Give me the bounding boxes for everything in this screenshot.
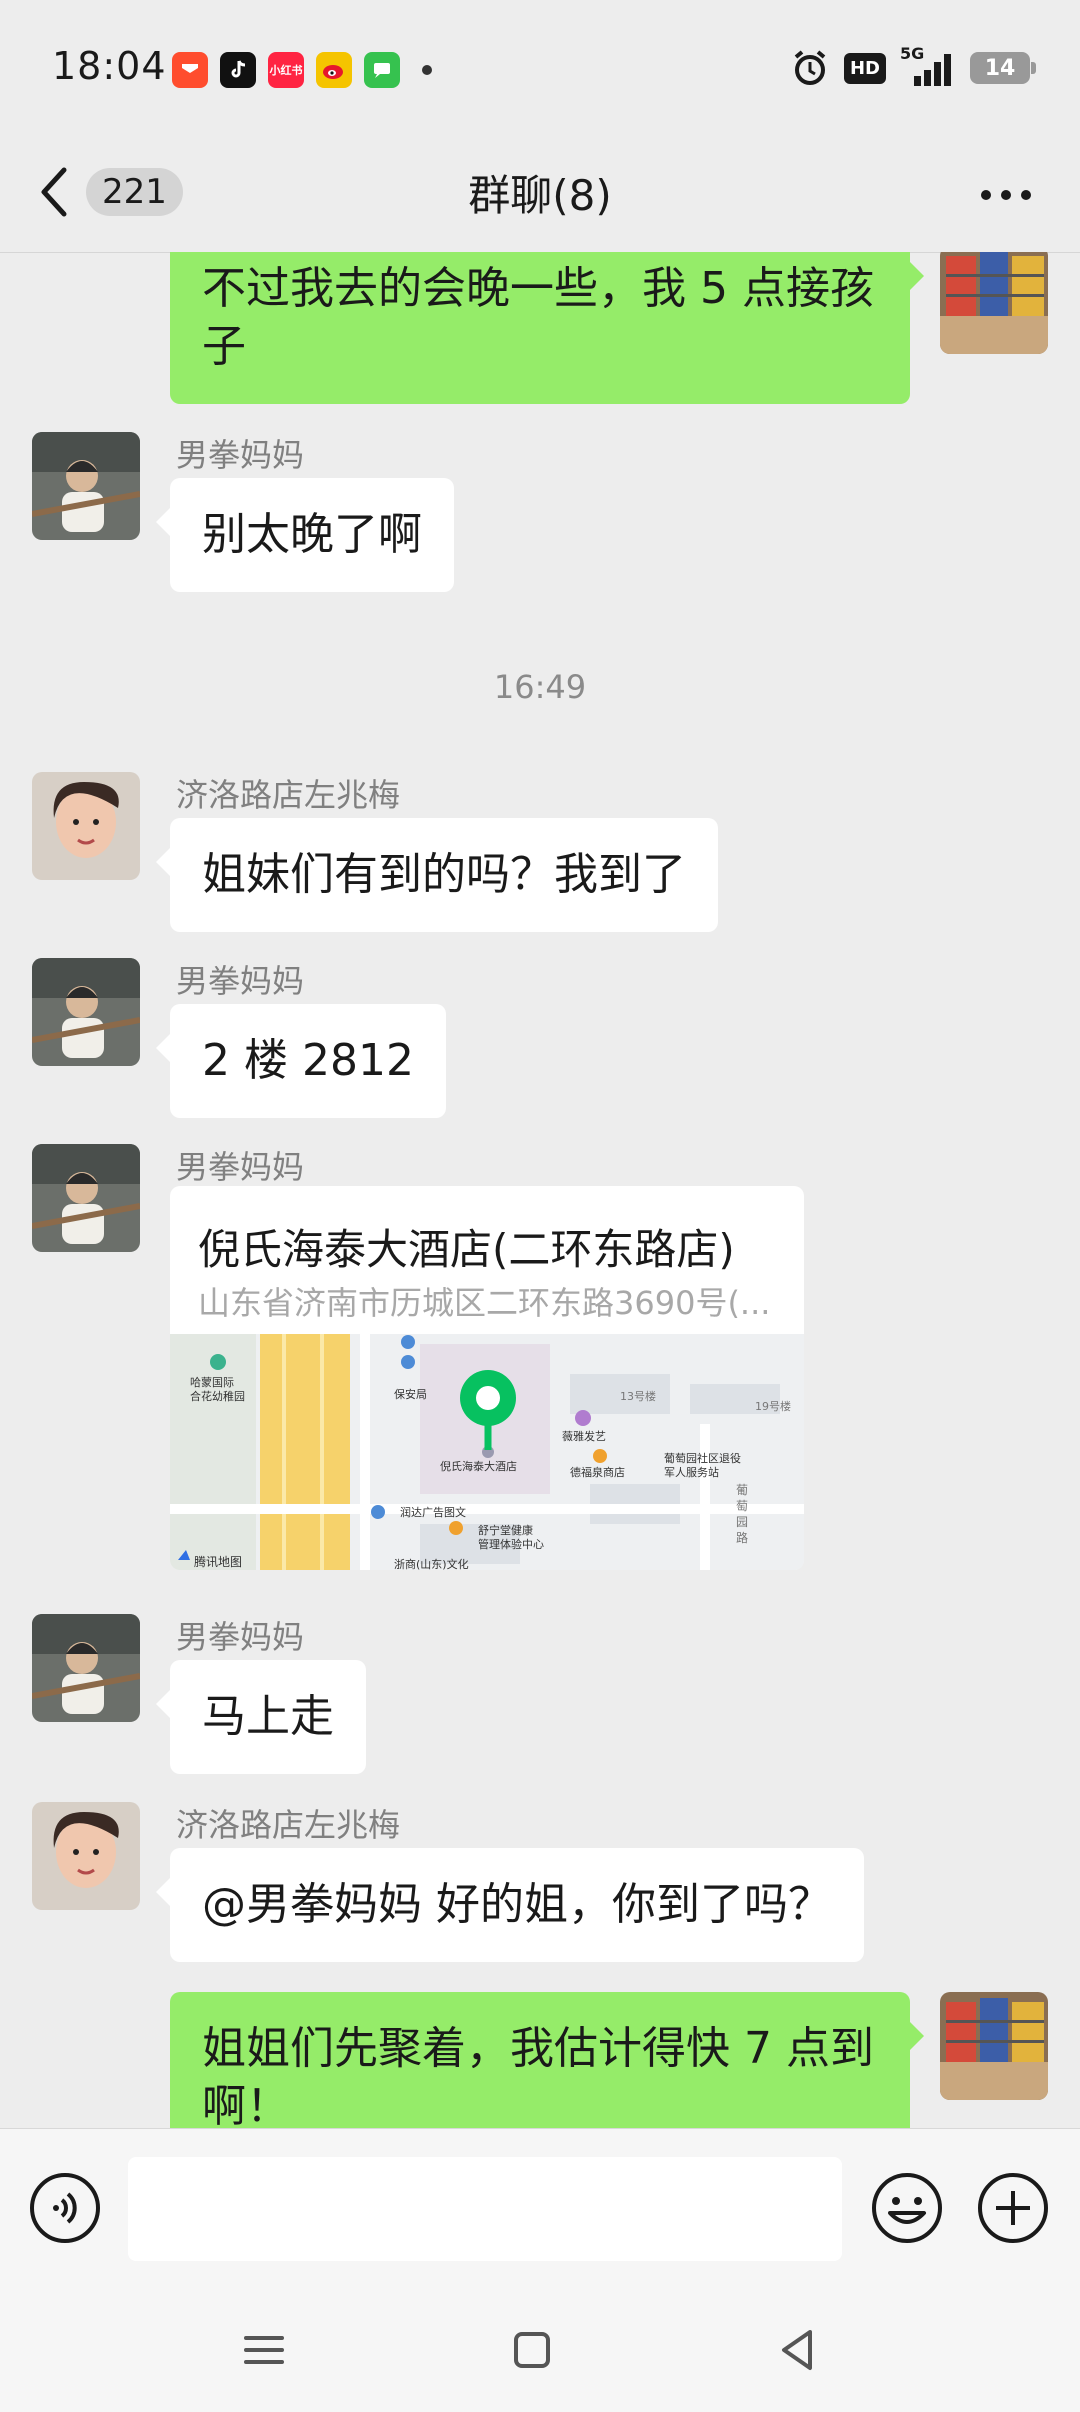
my-avatar[interactable]	[940, 252, 1048, 354]
menu-icon	[244, 2336, 284, 2364]
xiaohongshu-icon: 小红书	[268, 52, 304, 88]
message-bubble[interactable]: 姐妹们有到的吗？我到了	[156, 818, 718, 932]
sender-avatar[interactable]	[32, 1802, 140, 1910]
system-icons: HD 5G 14	[790, 44, 1036, 88]
svg-text:葡萄园社区退役: 葡萄园社区退役	[664, 1451, 741, 1465]
message-bubble[interactable]: 不过我去的会晚一些，我 5 点接孩子	[170, 252, 924, 404]
svg-text:军人服务站: 军人服务站	[664, 1465, 719, 1479]
system-nav-bar	[0, 2288, 1080, 2412]
sender-name: 男拳妈妈	[176, 1618, 305, 1656]
recent-apps-button[interactable]	[234, 2320, 294, 2380]
input-bar	[0, 2128, 1080, 2289]
status-bar: 18:04 小红书 HD 5G 14	[0, 0, 1080, 140]
more-notifications-dot	[422, 65, 432, 75]
message-list[interactable]: 不过我去的会晚一些，我 5 点接孩子 男拳妈妈 别太晚了啊 16:49 济洛路店…	[0, 252, 1080, 2128]
chat-title: 群聊(8)	[468, 171, 612, 220]
voice-icon	[30, 2173, 100, 2243]
location-address: 山东省济南市历城区二环东路3690号(...	[198, 1284, 771, 1322]
status-time: 18:04	[52, 44, 167, 88]
voice-input-button[interactable]	[28, 2171, 102, 2245]
back-triangle-icon	[782, 2330, 812, 2370]
svg-text:19号楼: 19号楼	[755, 1399, 791, 1413]
svg-text:葡: 葡	[736, 1483, 748, 1497]
message-row: 济洛路店左兆梅 @男拳妈妈 好的姐，你到了吗？	[0, 1802, 1080, 1962]
hd-icon: HD	[843, 52, 886, 84]
sender-avatar[interactable]	[32, 432, 140, 540]
emoji-icon	[872, 2173, 942, 2243]
time-divider: 16:49	[493, 668, 587, 706]
message-bubble[interactable]: @男拳妈妈 好的姐，你到了吗？	[156, 1848, 864, 1962]
sender-name: 济洛路店左兆梅	[176, 776, 401, 814]
svg-text:园: 园	[736, 1515, 748, 1529]
message-row: 不过我去的会晚一些，我 5 点接孩子	[0, 252, 1080, 404]
message-bubble[interactable]: 姐姐们先聚着，我估计得快 7 点到啊！	[170, 1992, 924, 2128]
svg-text:路: 路	[736, 1530, 748, 1545]
plus-icon	[978, 2173, 1048, 2243]
sender-name: 济洛路店左兆梅	[176, 1806, 401, 1844]
message-row: 男拳妈妈 2 楼 2812	[0, 958, 1080, 1118]
location-name: 倪氏海泰大酒店(二环东路店)	[198, 1225, 735, 1274]
svg-text:润达广告图文: 润达广告图文	[400, 1505, 466, 1519]
sender-name: 男拳妈妈	[176, 962, 305, 1000]
svg-text:13号楼: 13号楼	[620, 1389, 656, 1403]
svg-text:管理体验中心: 管理体验中心	[478, 1537, 544, 1551]
app-icon-red	[172, 52, 208, 88]
back-nav-button[interactable]	[768, 2320, 828, 2380]
sender-avatar[interactable]	[32, 958, 140, 1066]
svg-text:萄: 萄	[736, 1499, 748, 1513]
svg-text:腾讯地图: 腾讯地图	[194, 1554, 242, 1569]
message-bubble[interactable]: 马上走	[156, 1660, 366, 1774]
svg-text:舒宁堂健康: 舒宁堂健康	[478, 1523, 533, 1537]
svg-text:德福泉商店: 德福泉商店	[570, 1465, 625, 1479]
svg-text:薇雅发艺: 薇雅发艺	[562, 1429, 606, 1443]
my-avatar[interactable]	[940, 1992, 1048, 2100]
more-functions-button[interactable]	[976, 2171, 1050, 2245]
sender-avatar[interactable]	[32, 772, 140, 880]
sender-avatar[interactable]	[32, 1144, 140, 1252]
message-row: 济洛路店左兆梅 姐妹们有到的吗？我到了	[0, 772, 1080, 932]
message-bubble[interactable]: 2 楼 2812	[156, 1004, 446, 1118]
signal-icon: 5G	[900, 44, 956, 88]
location-map: 哈蒙国际 合花幼稚园 保安局 薇雅发艺 德福泉商店 葡萄园社区退役 军人服务站 …	[170, 1334, 804, 1570]
tiktok-icon	[220, 52, 256, 88]
message-row: 姐姐们先聚着，我估计得快 7 点到啊！	[0, 1992, 1080, 2128]
location-card[interactable]: 倪氏海泰大酒店(二环东路店) 山东省济南市历城区二环东路3690号(... 哈蒙…	[170, 1186, 804, 1570]
svg-text:倪氏海泰大酒店: 倪氏海泰大酒店	[440, 1459, 517, 1473]
battery-icon: 14	[970, 52, 1036, 84]
alarm-icon	[794, 50, 826, 85]
sender-avatar[interactable]	[32, 1614, 140, 1722]
home-button[interactable]	[502, 2320, 562, 2380]
messages-icon	[364, 52, 400, 88]
svg-text:合花幼稚园: 合花幼稚园	[190, 1389, 245, 1403]
more-dots-icon	[981, 190, 1031, 200]
message-bubble[interactable]: 别太晚了啊	[156, 478, 454, 592]
svg-text:保安局: 保安局	[394, 1387, 427, 1401]
more-options-button[interactable]	[976, 180, 1036, 210]
emoji-button[interactable]	[870, 2171, 944, 2245]
message-row: 男拳妈妈 倪氏海泰大酒店(二环东路店) 山东省济南市历城区二环东路3690号(.…	[0, 1144, 1080, 1570]
weibo-icon	[316, 52, 352, 88]
message-row: 男拳妈妈 别太晚了啊	[0, 432, 1080, 592]
home-square-icon	[514, 2332, 550, 2368]
sender-name: 男拳妈妈	[176, 436, 305, 474]
message-row: 男拳妈妈 马上走	[0, 1614, 1080, 1774]
chat-header: 221 群聊(8)	[0, 140, 1080, 253]
message-input[interactable]	[128, 2157, 842, 2261]
sender-name: 男拳妈妈	[176, 1148, 305, 1186]
svg-text:浙商(山东)文化: 浙商(山东)文化	[394, 1557, 469, 1570]
svg-text:哈蒙国际: 哈蒙国际	[190, 1376, 234, 1389]
notification-icons: 小红书	[172, 52, 432, 88]
